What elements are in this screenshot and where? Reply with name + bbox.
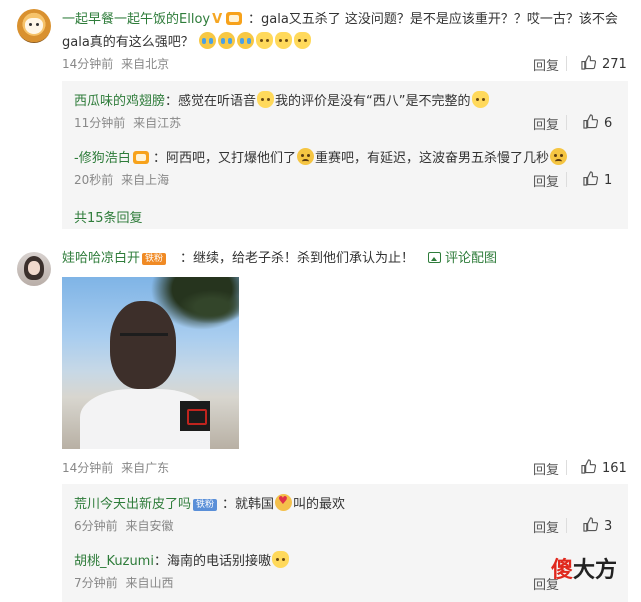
comment-text: ：继续，给老子杀！杀到他们承认为止！ xyxy=(180,251,415,266)
watermark-logo: 傻大方 xyxy=(551,552,617,584)
reply-button[interactable]: 回复 xyxy=(533,517,559,536)
fan-badge: 铁粉 xyxy=(193,499,218,511)
user-avatar[interactable] xyxy=(17,252,51,286)
sad-emoji-icon xyxy=(297,148,315,165)
reply-meta: 20秒前 来自上海 xyxy=(74,171,173,188)
team-logo xyxy=(180,401,210,431)
crown-icon xyxy=(132,151,149,164)
fan-badge: 铁粉 xyxy=(142,253,167,265)
like-count: 161 xyxy=(602,461,627,476)
comment-text-cont: gala真的有这么强吧？ xyxy=(62,35,194,50)
thumb-up-icon xyxy=(583,171,598,186)
reply-meta: 6分钟前 来自安徽 xyxy=(74,517,177,534)
divider xyxy=(566,460,567,475)
reply-author[interactable]: 胡桃_Kuzumi xyxy=(74,550,154,569)
like-button[interactable]: 1 xyxy=(583,171,612,188)
image-link[interactable]: 评论配图 xyxy=(428,247,497,266)
like-button[interactable]: 6 xyxy=(583,114,612,131)
timestamp: 6分钟前 xyxy=(74,519,118,533)
crown-icon xyxy=(226,12,243,25)
reply-button[interactable]: 回复 xyxy=(533,171,559,190)
divider xyxy=(566,115,567,130)
cat-emoji-icon xyxy=(272,551,290,568)
image-link-label[interactable]: 评论配图 xyxy=(445,251,497,266)
reply-text: ：阿西吧，又打爆他们了 重赛吧，有延迟，这波奋男五杀慢了几秒 xyxy=(153,147,568,166)
thumb-up-icon xyxy=(581,55,596,70)
reply-text: ：就韩国 叫的最欢 xyxy=(222,493,345,512)
divider xyxy=(566,56,567,71)
cat-emoji-icon xyxy=(293,32,311,49)
reply-text: ：海南的电话别接嗷 xyxy=(154,550,290,569)
cat-emoji-icon xyxy=(255,32,273,49)
divider xyxy=(566,172,567,187)
reply-meta: 11分钟前 来自江苏 xyxy=(74,114,185,131)
comment-meta: 14分钟前 来自广东 xyxy=(62,459,173,476)
cat-emoji-icon xyxy=(274,32,292,49)
cat-emoji-icon xyxy=(471,91,489,108)
reply-author[interactable]: 西瓜味的鸡翅膀 xyxy=(74,90,165,109)
comment-text-line2: gala真的有这么强吧？ xyxy=(62,31,312,50)
watermark-part: 傻 xyxy=(551,558,574,583)
comment-meta: 14分钟前 来自北京 xyxy=(62,55,173,72)
crying-emoji-icon xyxy=(217,32,235,49)
username-link[interactable]: 一起早餐一起午饭的Elloy xyxy=(62,12,210,27)
image-icon xyxy=(428,252,441,263)
reply-text-part: ：海南的电话别接嗷 xyxy=(154,554,272,569)
like-button[interactable]: 3 xyxy=(583,517,612,534)
username-link[interactable]: 荒川今天出新皮了吗 xyxy=(74,497,191,512)
username-link[interactable]: -修狗浩白 xyxy=(74,151,131,166)
location: 来自安徽 xyxy=(125,519,174,533)
reply-text-part: ：就韩国 xyxy=(222,497,275,512)
like-count: 1 xyxy=(604,173,613,188)
location: 来自上海 xyxy=(121,173,170,187)
timestamp: 11分钟前 xyxy=(74,116,126,130)
thumb-up-icon xyxy=(581,459,596,474)
location: 来自江苏 xyxy=(133,116,182,130)
reply-button[interactable]: 回复 xyxy=(533,459,559,478)
cat-emoji-icon xyxy=(257,91,275,108)
reply-text-part: ：感觉在听语音 xyxy=(165,94,257,109)
comment-image[interactable] xyxy=(62,277,239,449)
like-count: 6 xyxy=(604,116,613,131)
reply-button[interactable]: 回复 xyxy=(533,114,559,133)
timestamp: 7分钟前 xyxy=(74,576,118,590)
crying-emoji-icon xyxy=(236,32,254,49)
reply-author[interactable]: -修狗浩白 xyxy=(74,147,149,166)
thumb-up-icon xyxy=(583,114,598,129)
location: 来自广东 xyxy=(121,461,170,475)
comment-author[interactable]: 娃哈哈凉白开 铁粉 xyxy=(62,247,167,266)
comment-text: ：gala又五杀了 这没问题？是不是应该重开？？哎一古？该不会 xyxy=(248,12,618,27)
watermark-part: 大方 xyxy=(573,558,618,583)
crying-emoji-icon xyxy=(198,32,216,49)
reply-author[interactable]: 荒川今天出新皮了吗 铁粉 xyxy=(74,493,218,512)
divider xyxy=(566,518,567,533)
reply-text-part: 重赛吧，有延迟，这波奋男五杀慢了几秒 xyxy=(315,151,550,166)
view-all-replies-link[interactable]: 共15条回复 xyxy=(74,207,143,226)
timestamp: 14分钟前 xyxy=(62,57,114,71)
sad-emoji-icon xyxy=(550,148,568,165)
reply-meta: 7分钟前 来自山西 xyxy=(74,574,177,591)
location: 来自山西 xyxy=(125,576,174,590)
like-button[interactable]: 161 xyxy=(581,459,627,476)
timestamp: 20秒前 xyxy=(74,173,114,187)
like-count: 3 xyxy=(604,519,613,534)
username-link[interactable]: 娃哈哈凉白开 xyxy=(62,251,140,266)
location: 来自北京 xyxy=(121,57,170,71)
reply-text-part: 我的评价是没有“西八”是不完整的 xyxy=(275,94,471,109)
like-button[interactable]: 271 xyxy=(581,55,627,72)
comment-author[interactable]: 一起早餐一起午饭的Elloy V xyxy=(62,8,243,27)
thumb-up-icon xyxy=(583,517,598,532)
reply-text-part: 叫的最欢 xyxy=(293,497,346,512)
user-avatar[interactable] xyxy=(17,9,51,43)
timestamp: 14分钟前 xyxy=(62,461,114,475)
like-count: 271 xyxy=(602,57,627,72)
verified-v-icon: V xyxy=(212,12,223,27)
reply-button[interactable]: 回复 xyxy=(533,55,559,74)
reply-text-part: ：阿西吧，又打爆他们了 xyxy=(153,151,297,166)
heart-eyes-emoji-icon xyxy=(275,494,293,511)
reply-text: ：感觉在听语音 我的评价是没有“西八”是不完整的 xyxy=(165,90,490,109)
